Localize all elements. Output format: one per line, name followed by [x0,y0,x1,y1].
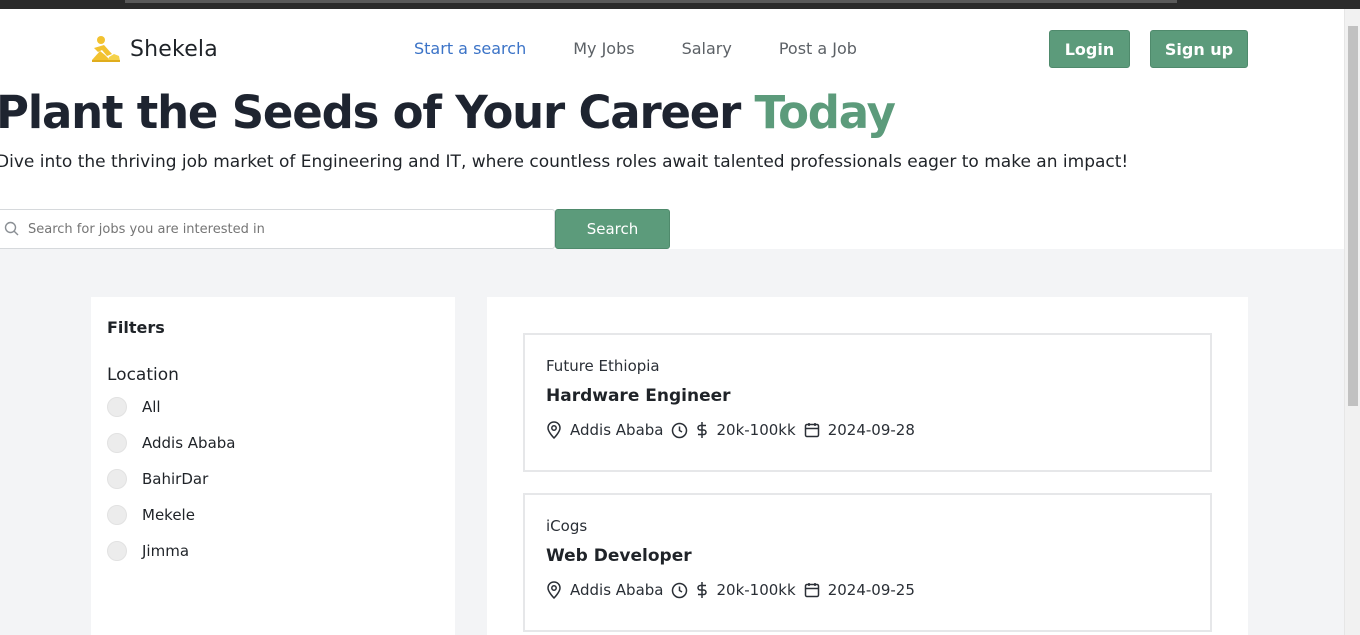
nav-post-job[interactable]: Post a Job [779,39,857,58]
jobs-panel: Future Ethiopia Hardware Engineer Addis … [487,297,1248,635]
search-bar: Search [0,209,670,249]
location-title: Location [107,365,179,385]
brand-name: Shekela [130,36,218,62]
job-title[interactable]: Web Developer [546,546,692,566]
job-meta: Addis Ababa 20k-100kk 2024-09-25 [546,581,923,599]
job-title[interactable]: Hardware Engineer [546,386,731,406]
location-pin-icon [546,581,562,599]
job-salary: 20k-100kk [716,421,796,439]
location-label: All [142,398,161,416]
location-label: Addis Ababa [142,434,236,452]
job-location: Addis Ababa [570,421,664,439]
nav-start-search[interactable]: Start a search [414,39,526,58]
job-card[interactable]: iCogs Web Developer Addis Ababa 20k-100k… [523,493,1212,632]
radio-button[interactable] [107,397,127,417]
search-input[interactable] [28,221,528,237]
location-option-all[interactable]: All [107,397,161,417]
nav-salary[interactable]: Salary [682,39,732,58]
location-option-jimma[interactable]: Jimma [107,541,189,561]
location-label: BahirDar [142,470,209,488]
radio-button[interactable] [107,469,127,489]
filters-panel: Filters Location All Addis Ababa BahirDa… [91,297,455,635]
location-label: Mekele [142,506,195,524]
hero-title-accent: Today [754,86,896,139]
browser-tab-strip [125,0,1177,3]
job-date: 2024-09-25 [827,581,915,599]
location-label: Jimma [142,542,190,560]
search-field[interactable] [0,209,555,249]
location-option-bahirdar[interactable]: BahirDar [107,469,208,489]
dollar-icon [696,421,708,439]
scrollbar-thumb[interactable] [1348,26,1358,406]
job-date: 2024-09-28 [827,421,915,439]
hero-title-main: Plant the Seeds of Your Career [0,86,755,139]
hero-subtitle: Dive into the thriving job market of Eng… [0,152,1129,172]
location-option-addis-ababa[interactable]: Addis Ababa [107,433,235,453]
calendar-icon [804,582,820,598]
nav-my-jobs[interactable]: My Jobs [573,39,634,58]
job-card[interactable]: Future Ethiopia Hardware Engineer Addis … [523,333,1212,472]
nav-links: Start a search My Jobs Salary Post a Job [414,39,904,58]
job-location: Addis Ababa [570,581,664,599]
hero-title: Plant the Seeds of Your Career Today [0,86,896,139]
calendar-icon [804,422,820,438]
radio-button[interactable] [107,433,127,453]
location-pin-icon [546,421,562,439]
browser-top-strip [0,0,1360,9]
dollar-icon [696,581,708,599]
clock-icon [671,422,688,439]
radio-button[interactable] [107,505,127,525]
clock-icon [671,582,688,599]
job-company: iCogs [546,517,588,535]
filters-title: Filters [107,318,165,337]
search-icon [4,221,19,236]
job-company: Future Ethiopia [546,357,660,375]
logo[interactable]: Shekela [90,34,218,64]
signup-button[interactable]: Sign up [1150,30,1248,68]
search-button[interactable]: Search [555,209,670,249]
vertical-scrollbar[interactable] [1344,9,1360,635]
job-salary: 20k-100kk [716,581,796,599]
login-button[interactable]: Login [1049,30,1130,68]
logo-icon [90,34,122,64]
job-meta: Addis Ababa 20k-100kk 2024-09-28 [546,421,923,439]
location-option-mekele[interactable]: Mekele [107,505,195,525]
navbar: Shekela Start a search My Jobs Salary Po… [0,9,1344,87]
radio-button[interactable] [107,541,127,561]
